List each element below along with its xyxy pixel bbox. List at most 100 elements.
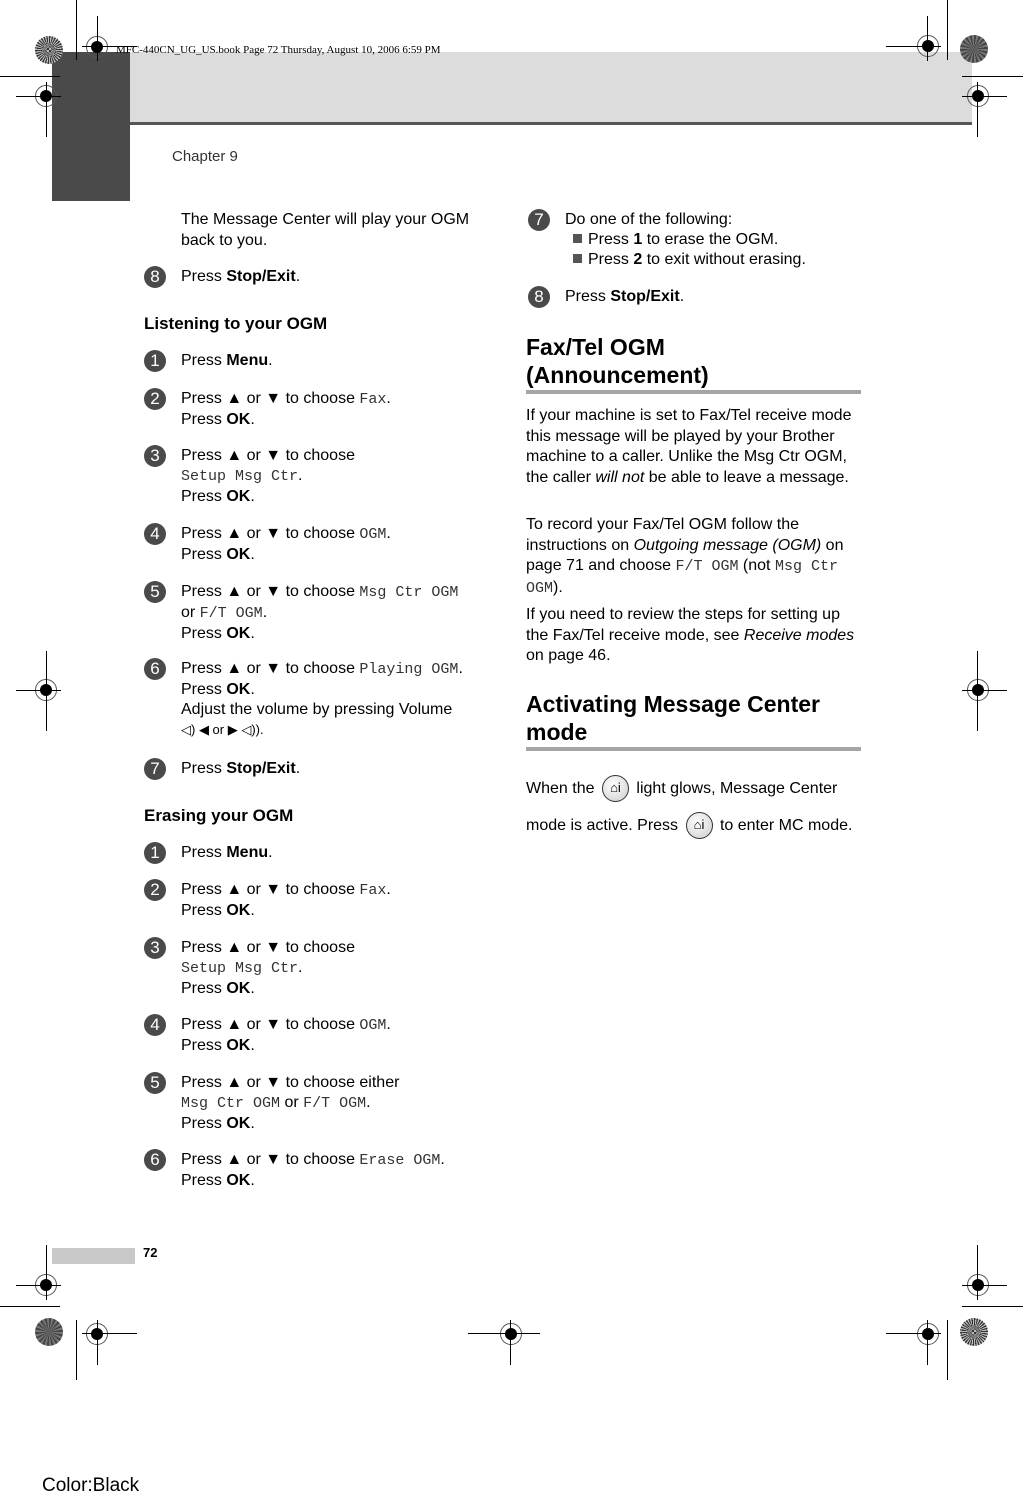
key-name: Menu xyxy=(226,352,269,369)
step-text: Press ▲ or ▼ to choose xyxy=(181,447,355,464)
lcd-option: Setup Msg Ctr xyxy=(181,960,299,977)
step-text: . xyxy=(250,411,255,428)
heading-rule xyxy=(526,390,861,394)
crop-mark xyxy=(0,1306,60,1307)
step-number-badge: 6 xyxy=(144,1149,166,1171)
step-text: . xyxy=(250,980,255,997)
lcd-option: Fax xyxy=(359,882,387,899)
lcd-option: F/T OGM xyxy=(303,1095,367,1112)
step-text: Press xyxy=(588,251,634,268)
step-text: . xyxy=(679,288,685,305)
step-text: Press xyxy=(181,625,227,642)
listening-step-3: 3 Press ▲ or ▼ to choose Setup Msg Ctr. … xyxy=(144,445,355,507)
bullet-square-icon xyxy=(573,254,582,263)
key-name: OK xyxy=(226,1037,251,1054)
step-text: Press ▲ or ▼ to choose xyxy=(181,525,360,542)
crop-mark xyxy=(76,0,77,60)
step-8: 8 Press Stop/Exit. xyxy=(144,266,300,288)
heading-line: mode xyxy=(526,719,588,745)
step-text: . xyxy=(386,390,391,407)
step-text: Press xyxy=(181,1172,227,1189)
lcd-option: Playing OGM xyxy=(359,661,459,678)
step-text: Press ▲ or ▼ to choose xyxy=(181,939,355,956)
crop-mark xyxy=(977,82,978,137)
crop-mark xyxy=(16,1285,61,1286)
activating-paragraph: When the ⌂i light glows, Message Center … xyxy=(526,770,866,844)
crop-mark xyxy=(46,82,47,137)
erasing-step-3: 3 Press ▲ or ▼ to choose Setup Msg Ctr. … xyxy=(144,937,355,999)
step-text: . xyxy=(366,1094,371,1111)
step-text: Press xyxy=(181,488,227,505)
crop-mark xyxy=(82,46,137,47)
step-text: . xyxy=(295,760,301,777)
step-text: Adjust the volume by pressing Volume xyxy=(181,701,453,718)
step-number-badge: 7 xyxy=(144,758,166,780)
key-name: OK xyxy=(226,980,251,997)
step-text: . xyxy=(250,546,255,563)
step-text: . xyxy=(250,681,255,698)
crop-mark xyxy=(97,16,98,61)
step-text: Do one of the following: xyxy=(565,211,733,228)
lcd-option: OGM xyxy=(359,1017,387,1034)
crop-mark xyxy=(886,1333,941,1334)
step-text: . xyxy=(298,467,303,484)
step-text: . xyxy=(458,660,463,677)
chapter-label: Chapter 9 xyxy=(172,148,238,165)
step-number-badge: 5 xyxy=(144,1072,166,1094)
cross-reference-link[interactable]: Receive modes xyxy=(744,627,854,644)
step-text: Press xyxy=(181,1115,227,1132)
paragraph-text: be able to leave a message. xyxy=(644,468,849,486)
erasing-step-8: 8 Press Stop/Exit. xyxy=(528,286,685,308)
crop-mark xyxy=(82,1333,137,1334)
section-heading-activating: Activating Message Center mode xyxy=(526,690,820,746)
step-text: . xyxy=(440,1151,445,1168)
step-number-badge: 8 xyxy=(528,286,550,308)
step-text: Press ▲ or ▼ to choose either xyxy=(181,1074,400,1091)
step-number-badge: 7 xyxy=(528,209,550,231)
book-info: MFC-440CN_UG_US.book Page 72 Thursday, A… xyxy=(116,44,441,56)
step-number-badge: 4 xyxy=(144,1014,166,1036)
step-text: to exit without erasing. xyxy=(642,251,806,268)
crop-mark xyxy=(977,651,978,731)
registration-crosshair-icon xyxy=(917,1323,939,1345)
listening-step-5: 5 Press ▲ or ▼ to choose Msg Ctr OGM or … xyxy=(144,581,458,644)
header-rule xyxy=(130,122,972,125)
crop-mark xyxy=(947,0,948,60)
listening-step-6: 6 Press ▲ or ▼ to choose Playing OGM. Pr… xyxy=(144,658,463,740)
message-center-button-icon: ⌂i xyxy=(601,775,629,803)
step-text: . xyxy=(268,844,273,861)
step-text: . xyxy=(250,902,255,919)
step-text: Press xyxy=(181,352,227,369)
key-name: OK xyxy=(226,681,251,698)
crop-mark xyxy=(927,16,928,61)
erasing-step-5: 5 Press ▲ or ▼ to choose either Msg Ctr … xyxy=(144,1072,400,1134)
step-text: . xyxy=(250,1115,255,1132)
step-text: to erase the OGM. xyxy=(642,231,779,248)
registration-rosette-icon xyxy=(960,1318,988,1346)
erasing-step-7: 7 Do one of the following: Press 1 to er… xyxy=(528,209,806,270)
crop-mark xyxy=(468,1333,540,1334)
key-name: OK xyxy=(226,1172,251,1189)
bullet-square-icon xyxy=(573,234,582,243)
paragraph-text: ). xyxy=(553,578,563,596)
faxtel-paragraph-3: If you need to review the steps for sett… xyxy=(526,605,862,667)
heading-line: Activating Message Center xyxy=(526,691,820,717)
erasing-step-4: 4 Press ▲ or ▼ to choose OGM. Press OK. xyxy=(144,1014,391,1056)
crop-mark xyxy=(886,46,941,47)
crop-mark xyxy=(962,1285,1007,1286)
step-text: Press xyxy=(181,411,227,428)
step-number-badge: 8 xyxy=(144,266,166,288)
crop-mark xyxy=(46,651,47,731)
paragraph-text: on page 46. xyxy=(526,647,611,664)
lcd-option: F/T OGM xyxy=(199,605,263,622)
heading-rule xyxy=(526,747,861,751)
step-number-badge: 1 xyxy=(144,350,166,372)
cross-reference-link[interactable]: Outgoing message (OGM) xyxy=(634,537,822,554)
step-text: Press xyxy=(181,902,227,919)
paragraph-text: (not xyxy=(738,557,775,574)
color-separation-label: Color:Black xyxy=(42,1475,140,1496)
step-text: . xyxy=(250,1172,255,1189)
step-text: . xyxy=(262,604,268,621)
step-text: Press xyxy=(181,844,227,861)
key-name: OK xyxy=(226,411,251,428)
